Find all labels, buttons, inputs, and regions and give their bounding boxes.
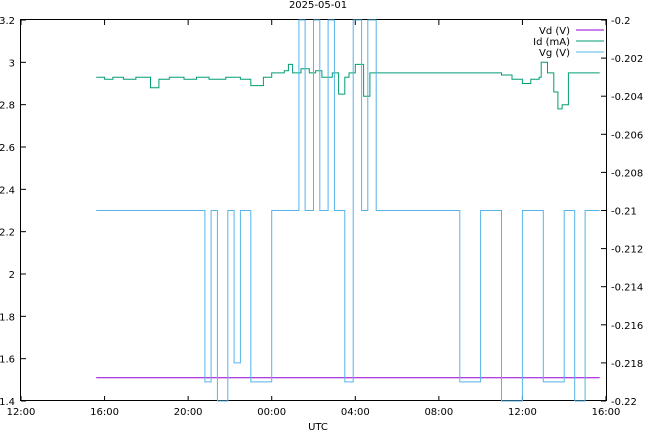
y2-tick-label: -0.218 xyxy=(611,359,643,370)
y2-tick-label: -0.22 xyxy=(611,397,637,408)
y-axis-right: -0.22 -0.218 -0.216 -0.214 -0.212 -0.21 -0.208… xyxy=(601,16,643,408)
y2-tick-label: -0.208 xyxy=(611,168,643,179)
y-tick-label: 2 xyxy=(9,270,15,281)
legend-label: Vd (V) xyxy=(539,26,570,37)
chart-title: 2025-05-01 xyxy=(289,0,347,11)
y-tick-label: 1.4 xyxy=(0,397,15,408)
x-tick-label: 08:00 xyxy=(424,407,453,418)
legend: Vd (V)Id (mA)Vg (V) xyxy=(533,26,604,59)
x-tick-label: 04:00 xyxy=(341,407,370,418)
y-tick-label: 1.6 xyxy=(0,355,15,366)
y2-tick-label: -0.21 xyxy=(611,207,637,218)
legend-label: Vg (V) xyxy=(539,48,570,59)
y-tick-label: 3 xyxy=(9,58,15,69)
y-tick-label: 2.4 xyxy=(0,185,15,196)
y-tick-label: 2.2 xyxy=(0,228,15,239)
x-tick-label: 00:00 xyxy=(257,407,286,418)
x-tick-label: 12:00 xyxy=(508,407,537,418)
x-tick-label: 20:00 xyxy=(174,407,203,418)
y-tick-label: 1.8 xyxy=(0,312,15,323)
y2-tick-label: -0.202 xyxy=(611,54,643,65)
y-tick-label: 2.8 xyxy=(0,101,15,112)
series-line-id-ma xyxy=(96,61,600,110)
x-tick-label: 16:00 xyxy=(592,407,621,418)
y2-tick-label: -0.212 xyxy=(611,245,643,256)
y2-tick-label: -0.216 xyxy=(611,321,643,332)
y-tick-label: 3.2 xyxy=(0,16,15,27)
y-tick-label: 2.6 xyxy=(0,143,15,154)
series-layer xyxy=(96,19,600,402)
x-tick-label: 16:00 xyxy=(90,407,119,418)
legend-label: Id (mA) xyxy=(533,37,570,48)
y2-tick-label: -0.2 xyxy=(611,16,631,27)
x-axis-label: UTC xyxy=(308,422,328,432)
x-tick-label: 12:00 xyxy=(7,407,36,418)
chart: 2025-05-01 12:00 16:00 20:00 00:00 04:00 08:0… xyxy=(0,0,643,432)
y-axis-left: 1.4 1.6 1.8 2 2.2 2.4 2.6 2.8 3 3.2 xyxy=(0,16,26,408)
y2-tick-label: -0.204 xyxy=(611,92,643,103)
y2-tick-label: -0.214 xyxy=(611,283,643,294)
y2-tick-label: -0.206 xyxy=(611,130,643,141)
